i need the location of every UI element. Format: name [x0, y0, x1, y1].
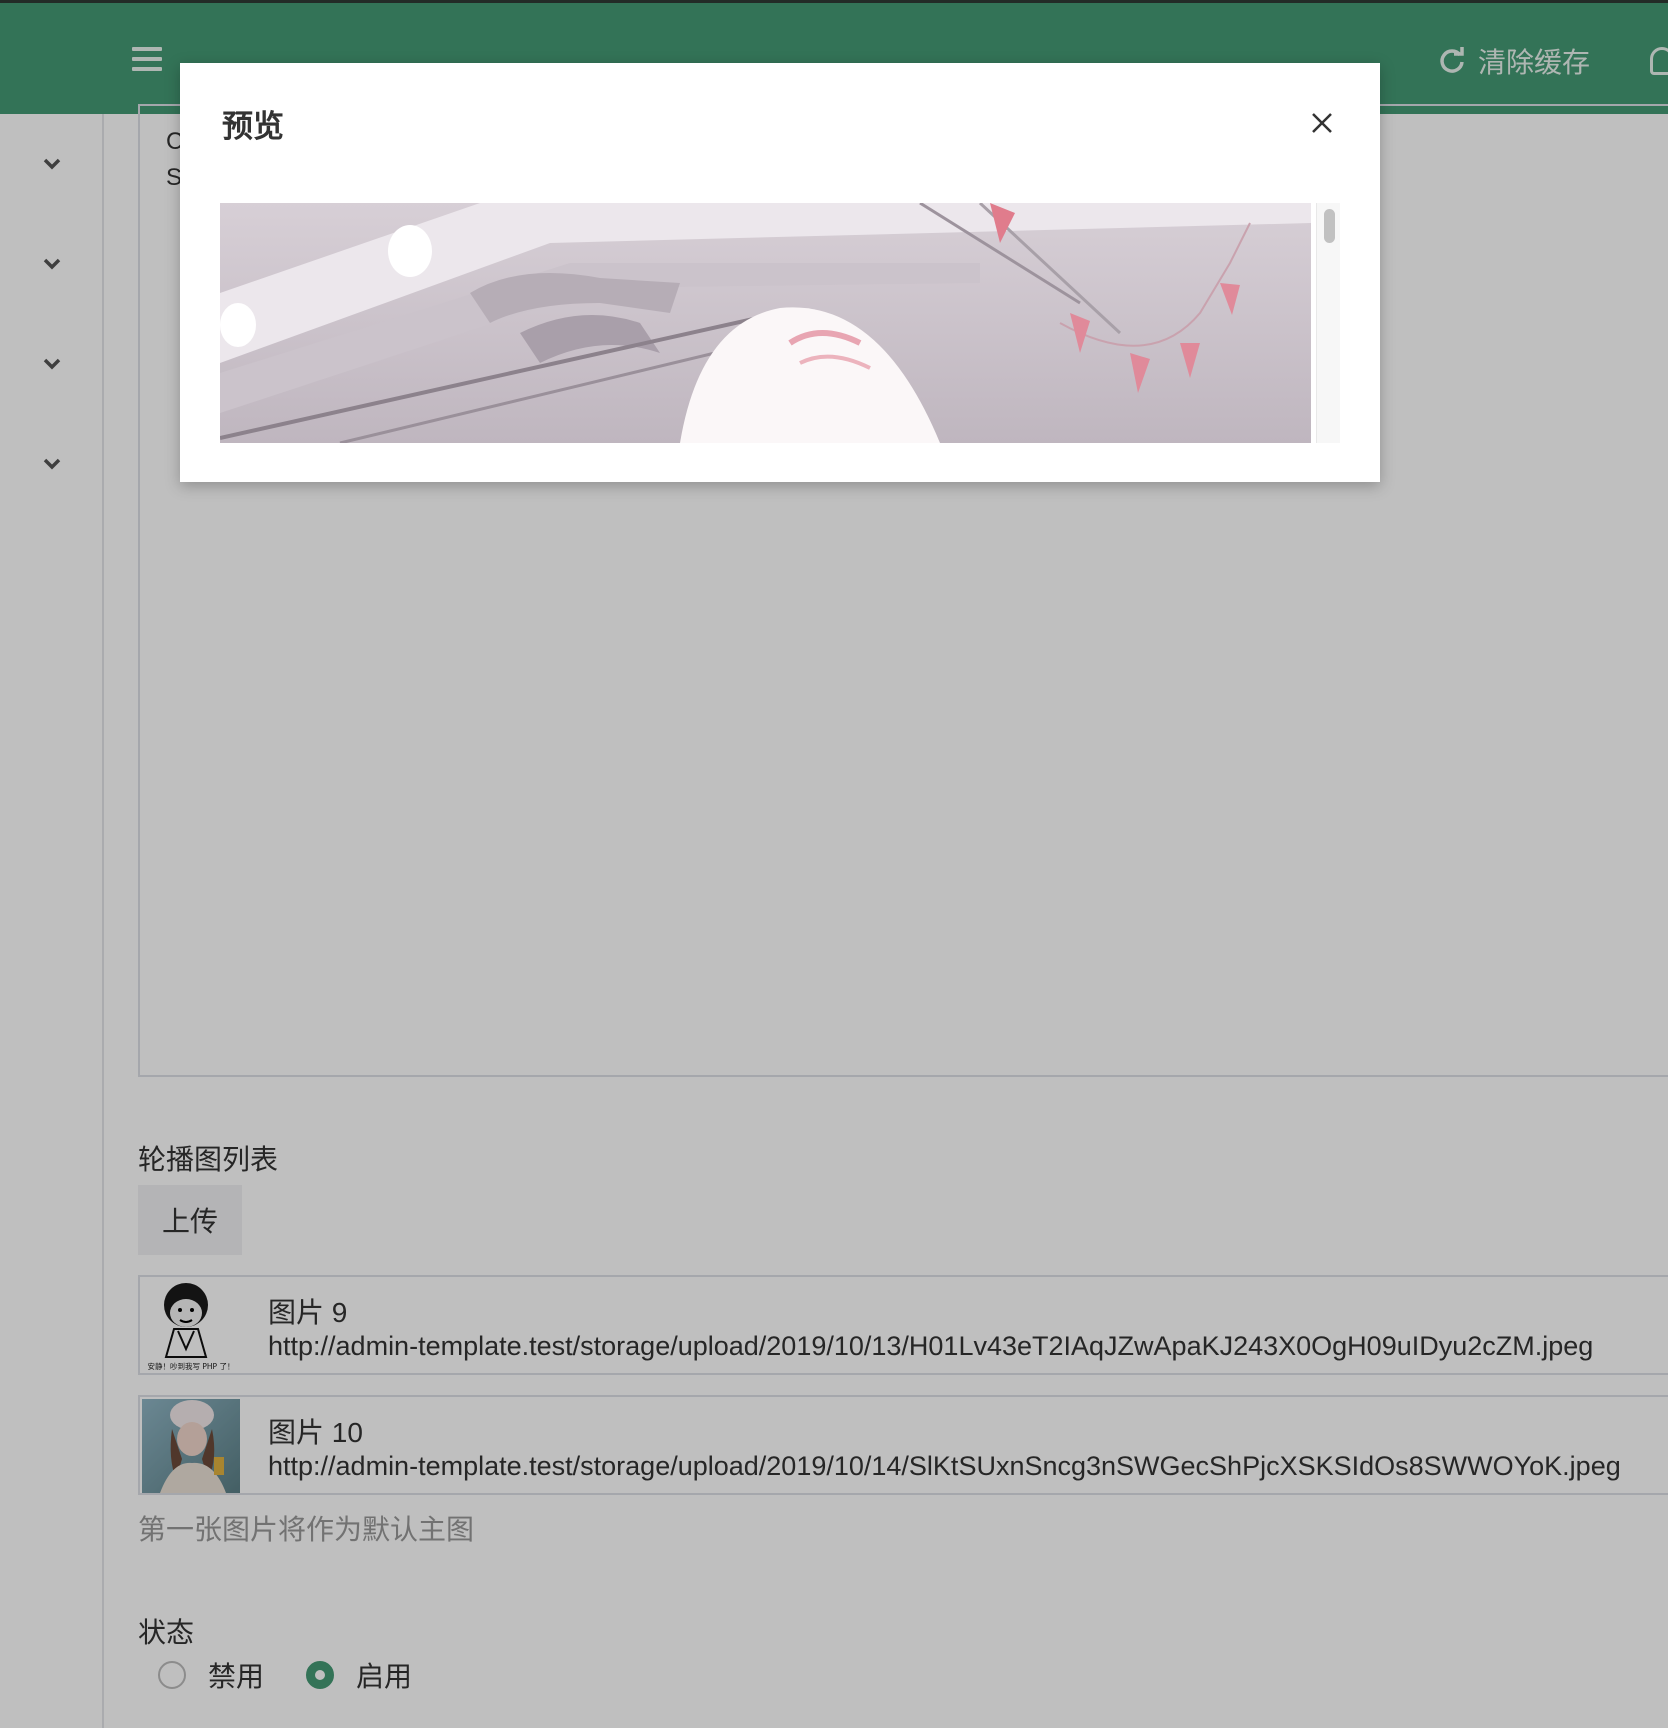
close-icon[interactable]	[1306, 107, 1338, 139]
preview-scrollbar[interactable]	[1316, 203, 1340, 443]
preview-modal: 预览	[180, 63, 1380, 482]
modal-title: 预览	[222, 109, 284, 144]
scrollbar-thumb[interactable]	[1324, 209, 1335, 243]
preview-image	[220, 203, 1311, 443]
preview-area[interactable]	[220, 203, 1340, 443]
